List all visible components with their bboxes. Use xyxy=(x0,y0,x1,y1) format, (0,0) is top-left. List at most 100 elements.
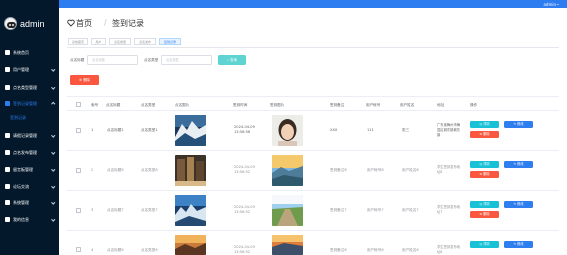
sidebar-item-publish[interactable]: 点名发布管理 xyxy=(0,147,59,158)
title-search-input[interactable] xyxy=(87,55,138,65)
user-menu[interactable]: admin xyxy=(543,2,559,7)
user-name: admin xyxy=(543,1,556,7)
page-title: 签到记录 xyxy=(112,19,144,28)
sidebar-item-label: 签到记录管理 xyxy=(13,101,37,107)
edit-button[interactable]: ✎ 修改 xyxy=(504,121,533,128)
sidebar-item-label: 我的信息 xyxy=(13,217,29,223)
delete-button[interactable]: ⊗ 删除 xyxy=(470,171,499,178)
chevron-down-icon xyxy=(50,66,55,71)
delete-button[interactable]: ⊗ 删除 xyxy=(470,211,499,218)
sidebar-item-home[interactable]: 系统首页 xyxy=(0,47,59,58)
sidebar-subitem-checkin[interactable]: 签到记录 xyxy=(0,112,59,122)
edit-button-label: 修改 xyxy=(517,122,524,126)
cell-address: 学生签到发布地址8 xyxy=(437,165,461,174)
rollcall-image[interactable] xyxy=(175,155,206,186)
detail-button[interactable]: ◎ 详情 xyxy=(470,161,499,168)
header-image: 点名图片 xyxy=(175,102,190,107)
menu-icon xyxy=(5,167,10,172)
header-checkin-time: 签到时间 xyxy=(233,102,248,107)
sidebar-item-leave[interactable]: 请假记录管理 xyxy=(0,130,59,141)
sidebar-item-label: 点名发布管理 xyxy=(13,150,37,156)
cell-type: 点名类型7 xyxy=(141,208,158,212)
edit-button-label: 修改 xyxy=(517,162,524,166)
tag-checkin[interactable]: 签到记录 xyxy=(159,38,181,45)
header-remark: 签到备注 xyxy=(330,102,345,107)
delete-button[interactable]: ⊗ 删除 xyxy=(470,131,499,138)
cell-account: 111 xyxy=(367,128,374,132)
checkin-image[interactable] xyxy=(272,155,303,186)
header-type: 点名类型 xyxy=(141,102,156,107)
cell-address: 广东省梅州市梅县区城东镇城东镇 xyxy=(437,123,461,137)
cell-remark: XXX xyxy=(330,128,338,132)
sidebar-item-profile[interactable]: 我的信息 xyxy=(0,214,59,225)
cell-title: 点名标题8 xyxy=(107,168,124,172)
delete-button-label: 删除 xyxy=(483,132,490,136)
tag-rollcall-type[interactable]: 点名类型 xyxy=(109,38,131,45)
chevron-down-icon xyxy=(50,132,55,137)
edit-button-label: 修改 xyxy=(517,202,524,206)
delete-button-label: 删除 xyxy=(483,212,490,216)
row-checkbox[interactable] xyxy=(76,247,81,252)
detail-button-label: 详情 xyxy=(483,122,490,126)
sidebar-subitem-label: 签到记录 xyxy=(10,114,26,120)
table-row: 4 点名标题6 点名类型6 2024-04-09 13:56:52 签到备注6 … xyxy=(67,231,559,255)
edit-button[interactable]: ✎ 修改 xyxy=(504,161,533,168)
cell-index: 3 xyxy=(91,208,94,212)
tag-rollcall-publish[interactable]: 点名发布 xyxy=(134,38,156,45)
select-all-checkbox[interactable] xyxy=(76,102,81,107)
heart-icon xyxy=(67,19,75,27)
row-checkbox[interactable] xyxy=(76,128,81,133)
cell-address: 学生签到发布地址6 xyxy=(437,245,461,254)
user-icon xyxy=(5,67,10,72)
header-name: 用户姓名 xyxy=(400,102,415,107)
tag-home[interactable]: 系统首页 xyxy=(68,38,88,45)
menu-icon xyxy=(5,85,10,90)
avatar xyxy=(4,17,17,30)
rollcall-image[interactable] xyxy=(175,235,206,255)
sidebar-item-rollcall-type[interactable]: 点名类型管理 xyxy=(0,82,59,93)
batch-delete-button[interactable]: ⊗ 删除 xyxy=(70,75,99,85)
search-button[interactable]: ⌕ 查询 xyxy=(218,55,246,65)
sidebar-item-label: 论坛交流 xyxy=(13,184,29,190)
edit-button[interactable]: ✎ 修改 xyxy=(504,201,533,208)
detail-button[interactable]: ◎ 详情 xyxy=(470,121,499,128)
cell-account: 用户帐号6 xyxy=(367,248,384,252)
cell-checkin-time: 2024-04-09 13:58:56 xyxy=(234,125,255,135)
detail-button[interactable]: ◎ 详情 xyxy=(470,241,499,248)
checkin-image[interactable] xyxy=(272,235,303,255)
cell-remark: 签到备注8 xyxy=(330,168,347,172)
breadcrumb-home[interactable]: 首页 xyxy=(76,18,92,29)
sidebar-item-forum[interactable]: 论坛交流 xyxy=(0,181,59,192)
header-title: 点名标题 xyxy=(106,102,121,107)
cell-type: 点名类型1 xyxy=(141,128,158,132)
rollcall-image[interactable] xyxy=(175,115,206,146)
type-search-input[interactable] xyxy=(161,55,212,65)
menu-icon xyxy=(5,133,10,138)
breadcrumb-separator: / xyxy=(104,18,107,27)
row-checkbox[interactable] xyxy=(76,168,81,173)
cell-index: 4 xyxy=(91,248,94,252)
table-header: 索号 点名标题 点名类型 点名图片 签到时间 签到图片 签到备注 用户帐号 用户… xyxy=(67,96,559,111)
checkin-image[interactable] xyxy=(272,115,303,146)
cell-checkin-time: 2024-04-09 13:56:52 xyxy=(234,165,255,175)
row-checkbox[interactable] xyxy=(76,208,81,213)
checkin-image[interactable] xyxy=(272,195,303,226)
home-icon xyxy=(5,200,10,205)
sidebar-item-users[interactable]: 用户管理 xyxy=(0,64,59,75)
sidebar-item-label: 系统管理 xyxy=(13,200,29,206)
detail-button[interactable]: ◎ 详情 xyxy=(470,201,499,208)
tag-user[interactable]: 用户 xyxy=(91,38,106,45)
chevron-down-icon xyxy=(50,199,55,204)
search-label-type: 点名类型 xyxy=(144,58,159,62)
sidebar-item-messages[interactable]: 留言板管理 xyxy=(0,164,59,175)
delete-button-label: 删除 xyxy=(483,172,490,176)
menu-icon xyxy=(5,101,10,106)
cell-title: 点名标题6 xyxy=(107,248,124,252)
rollcall-image[interactable] xyxy=(175,195,206,226)
edit-button[interactable]: ✎ 修改 xyxy=(504,241,533,248)
sidebar-item-system[interactable]: 系统管理 xyxy=(0,197,59,208)
cell-remark: 签到备注6 xyxy=(330,248,347,252)
sidebar-item-checkin[interactable]: 签到记录管理 xyxy=(0,98,59,109)
cell-checkin-time: 2024-04-09 13:56:52 xyxy=(234,245,255,255)
header-address: 地址 xyxy=(437,102,445,107)
